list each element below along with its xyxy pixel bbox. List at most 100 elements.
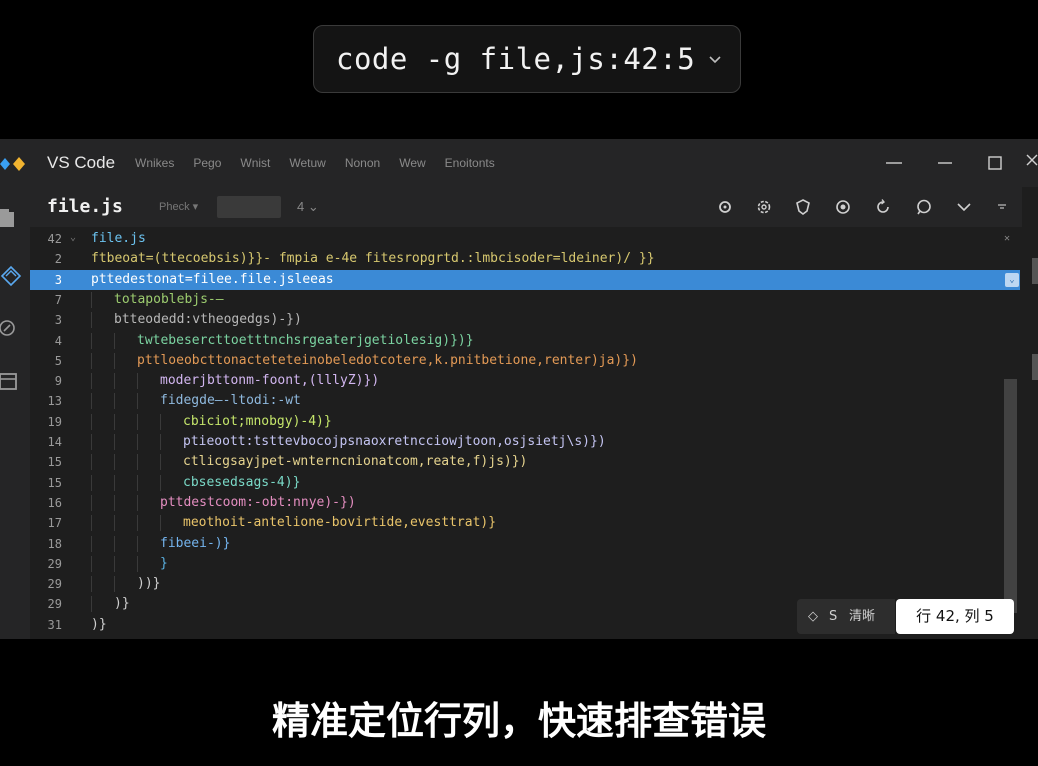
code-line[interactable]: 19 cbiciot;mnobgy)-4)}: [30, 412, 1020, 432]
code-text: ftbeoat=(ttecoebsis)}}- fmpia e-4e fites…: [91, 251, 655, 267]
line-number: 3: [54, 313, 62, 328]
line-number: 19: [47, 414, 62, 429]
indent-guide: [91, 312, 92, 329]
minimap-marker: [1032, 354, 1038, 380]
indent-guide: [91, 454, 92, 471]
files-icon[interactable]: [0, 207, 22, 229]
code-text: fidegde—-ltodi:-wt: [160, 393, 301, 409]
menu-item[interactable]: Wnist: [240, 156, 270, 170]
tab-search-box[interactable]: [217, 196, 281, 218]
code-line[interactable]: 18 fibeei-)}: [30, 534, 1020, 554]
code-line[interactable]: 29}: [30, 554, 1020, 574]
close-icon[interactable]: [1025, 153, 1038, 173]
indent-guide: [114, 454, 115, 471]
menu-item[interactable]: Wetuw: [289, 156, 325, 170]
indent-guide: [160, 474, 161, 491]
code-line[interactable]: 13 fidegde—-ltodi:-wt: [30, 391, 1020, 411]
code-line[interactable]: 15 ctlicgsayjpet-wnterncnionatcom,reate,f…: [30, 452, 1020, 472]
indent-guide: [114, 434, 115, 450]
line-number: 7: [54, 292, 62, 307]
restore-icon[interactable]: [884, 153, 904, 173]
chevron-down-icon[interactable]: [707, 51, 723, 67]
tab-meta-dropdown[interactable]: Pheck ▾: [159, 200, 198, 213]
code-text: twtebesercttoetttnchsrgeaterjgetiolesig)…: [137, 332, 474, 348]
code-text: meothoit-antelione-bovirtide,evesttrat)}: [183, 515, 497, 531]
filter-icon[interactable]: [993, 198, 1011, 216]
editor-window: VS Code Wnikes Pego Wnist Wetuw Nonon We…: [0, 139, 1038, 639]
line-number: 31: [47, 617, 62, 632]
gear-icon[interactable]: [755, 198, 773, 216]
vertical-scrollbar[interactable]: [1004, 379, 1017, 613]
indent-guide: [160, 515, 161, 532]
clarity-label: 清晰: [849, 609, 876, 624]
menu-item[interactable]: Nonon: [345, 156, 380, 170]
chevron-down-icon[interactable]: [955, 198, 973, 216]
caption: 精准定位行列，快速排查错误: [271, 699, 766, 743]
chat-icon[interactable]: [915, 198, 933, 216]
line-number: 15: [47, 455, 62, 470]
line-number: 18: [47, 536, 62, 551]
indent-guide: [91, 596, 92, 613]
line-number: 42: [47, 232, 62, 246]
code-line[interactable]: 17 meothoit-antelione-bovirtide,evesttrat…: [30, 513, 1020, 533]
indent-guide: [91, 576, 92, 593]
cursor-position[interactable]: 行 42, 列 5: [896, 599, 1014, 634]
line-number: 17: [47, 516, 62, 531]
indent-guide: [91, 373, 92, 390]
menu-item[interactable]: Enoitonts: [445, 156, 495, 170]
calendar-icon[interactable]: [0, 371, 22, 393]
code-line-highlighted[interactable]: 3 pttedestonat=filee.file.jsleeas ⌄: [30, 269, 1020, 290]
maximize-icon[interactable]: [985, 153, 1005, 173]
code-line[interactable]: 15 cbsesedsags-4)}: [30, 473, 1020, 493]
minimize-icon[interactable]: [935, 153, 955, 173]
code-text: cbiciot;mnobgy)-4)}: [183, 413, 332, 429]
line-number: 3: [54, 272, 62, 287]
line-number: 2: [54, 252, 62, 267]
code-line[interactable]: 9 moderjbttonm-foont,(lllyZ)}): [30, 371, 1020, 391]
settings-icon[interactable]: [834, 198, 852, 216]
extensions-icon[interactable]: [0, 265, 22, 287]
tab-count-dropdown[interactable]: 4 ⌄: [297, 199, 319, 215]
indent-guide: [91, 434, 92, 450]
code-line[interactable]: 4 twtebesercttoetttnchsrgeaterjgetiolesig…: [30, 331, 1020, 351]
dropdown-chip-icon[interactable]: ⌄: [1005, 272, 1019, 287]
code-line[interactable]: 3 btteodedd:vtheogedgs)-}): [30, 310, 1020, 330]
clarity-toggle[interactable]: ◇ S 清晰: [797, 599, 895, 634]
activity-bar: [0, 187, 30, 639]
code-text: ))}: [137, 576, 161, 592]
line-number: 29: [47, 597, 62, 612]
code-text: moderjbttonm-foont,(lllyZ)}): [160, 373, 380, 389]
code-line[interactable]: 16 pttdestcoom:-obt:nnye)-}): [30, 493, 1020, 513]
code-line[interactable]: 5 pttloeobcttonacteteteinobeledotcotere,k…: [30, 351, 1020, 371]
line-number: 15: [47, 475, 62, 490]
code-line[interactable]: 2 ftbeoat=(ttecoebsis)}}- fmpia e-4e fite…: [30, 249, 1020, 269]
menu-item[interactable]: Wew: [399, 156, 425, 170]
clarity-icon: S: [829, 609, 838, 624]
indent-guide: [91, 535, 92, 552]
tab-file-js[interactable]: file.js: [47, 196, 123, 217]
line-number: 9: [54, 374, 62, 389]
code-line[interactable]: 14 ptieoott:tsttevbocojpsnaoxretncciowjto…: [30, 432, 1020, 452]
line-number: 29: [47, 577, 62, 592]
line-number: 5: [54, 353, 62, 368]
indent-guide: [137, 555, 138, 572]
indent-guide: [91, 413, 92, 430]
code-text: ptieoott:tsttevbocojpsnaoxretncciowjtoon…: [183, 434, 606, 449]
indent-guide: [91, 515, 92, 532]
code-line[interactable]: 29))}: [30, 574, 1020, 594]
debug-icon[interactable]: [0, 317, 22, 339]
command-pill[interactable]: code -g file,js:42:5: [313, 25, 741, 93]
code-line[interactable]: 7 totapoblebjs-—: [30, 290, 1020, 310]
menu-item[interactable]: Wnikes: [135, 156, 174, 170]
target-icon[interactable]: [716, 198, 734, 216]
code-editor[interactable]: ⌄ ✕ 42 file.js 2 ftbeoat=(ttecoebsis)}}- fm…: [30, 227, 1020, 639]
code-line[interactable]: 42 file.js: [30, 229, 1020, 249]
indent-guide: [137, 393, 138, 410]
indent-guide: [91, 352, 92, 369]
indent-guide: [114, 515, 115, 532]
menu-item[interactable]: Pego: [193, 156, 221, 170]
refresh-icon[interactable]: [874, 198, 892, 216]
indent-guide: [114, 352, 115, 369]
code-text: btteodedd:vtheogedgs)-}): [114, 312, 302, 328]
shield-icon[interactable]: [794, 198, 812, 216]
